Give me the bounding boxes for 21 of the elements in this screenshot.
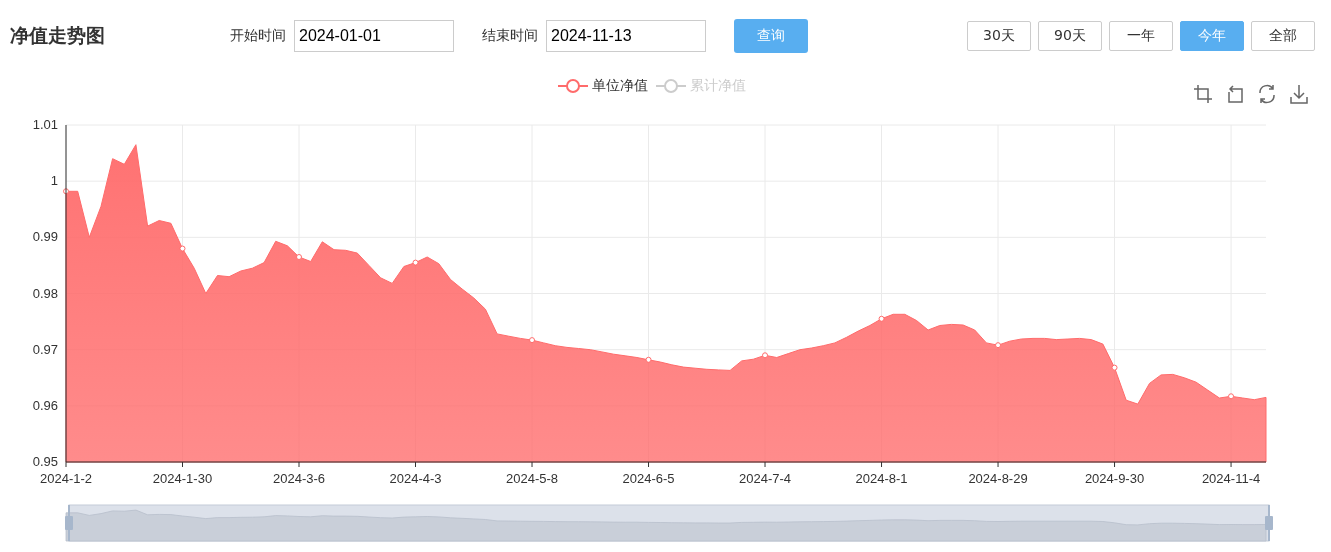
axis-label: 2024-1-2 <box>40 471 92 486</box>
page-title: 净值走势图 <box>10 23 106 48</box>
axis-label: 0.96 <box>32 397 58 413</box>
axis-label: 2024-9-30 <box>1084 471 1145 486</box>
field-label: 结束时间 <box>482 27 538 45</box>
axis-label: 2024-1-30 <box>152 471 213 486</box>
axis-label: 0.95 <box>32 454 58 469</box>
axis-label: 0.98 <box>32 285 58 301</box>
axis-label: 2024-4-3 <box>389 471 442 486</box>
axis-label: 0.99 <box>32 229 58 245</box>
axis-label: 2024-3-6 <box>273 471 326 486</box>
axis-label: 2024-8-1 <box>855 471 908 486</box>
axis-label: 2024-8-29 <box>968 471 1028 486</box>
axis-label: 2024-11-4 <box>1201 471 1261 486</box>
axis-label: 2024-6-5 <box>622 471 675 486</box>
axis-label: 2024-7-4 <box>739 471 792 486</box>
axis-label: 0.97 <box>32 341 58 357</box>
field-label: 开始时间 <box>230 27 286 45</box>
axis-label: 1 <box>50 173 58 189</box>
axis-label: 1.01 <box>32 117 58 132</box>
axis-label: 2024-5-8 <box>506 471 559 486</box>
